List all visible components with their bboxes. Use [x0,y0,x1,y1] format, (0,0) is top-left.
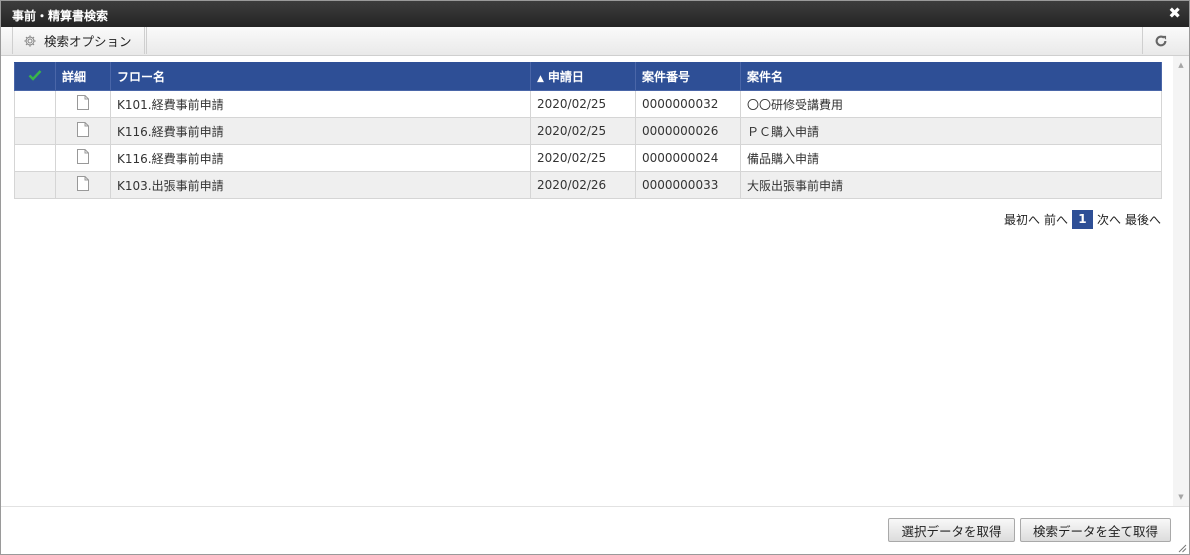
document-icon[interactable] [77,95,89,110]
detail-cell[interactable] [55,90,111,118]
apply-date-cell: 2020/02/25 [530,90,636,118]
dialog-title: 事前・精算書検索 [12,9,109,23]
row-select-cell[interactable] [14,171,56,199]
column-header-flow-name[interactable]: フロー名 [110,62,531,91]
column-header-case-number[interactable]: 案件番号 [635,62,741,91]
refresh-button[interactable] [1142,27,1179,54]
row-select-cell[interactable] [14,117,56,145]
row-select-cell[interactable] [14,144,56,172]
search-options-label: 検索オプション [44,34,132,49]
detail-cell[interactable] [55,144,111,172]
toolbar: 検索オプション [1,27,1189,56]
flow-name-cell: K103.出張事前申請 [110,171,531,199]
apply-date-cell: 2020/02/25 [530,117,636,145]
row-select-cell[interactable] [14,90,56,118]
scroll-down-arrow-icon[interactable]: ▼ [1173,490,1189,504]
case-name-cell: 〇〇研修受講費用 [740,90,1162,118]
flow-name-cell: K116.経費事前申請 [110,117,531,145]
checkmark-icon [28,70,42,81]
document-icon[interactable] [77,149,89,164]
pager-next-link[interactable]: 次へ [1097,211,1121,228]
refresh-icon [1155,35,1167,46]
search-dialog: 事前・精算書検索 ✖ 検索オプション 詳細 フロー名 ▲ 申請日 案件番号 案件… [0,0,1190,555]
flow-name-cell: K101.経費事前申請 [110,90,531,118]
table-row[interactable]: K103.出張事前申請 2020/02/26 0000000033 大阪出張事前… [14,171,1162,199]
case-name-cell: 大阪出張事前申請 [740,171,1162,199]
gear-icon [24,34,36,47]
case-number-cell: 0000000033 [635,171,741,199]
result-table: 詳細 フロー名 ▲ 申請日 案件番号 案件名 K101.経費事前申請 2020/… [14,62,1162,199]
case-name-cell: 備品購入申請 [740,144,1162,172]
toolbar-divider [146,27,147,54]
detail-cell[interactable] [55,171,111,199]
dialog-titlebar[interactable]: 事前・精算書検索 ✖ [1,1,1189,27]
resize-grip-icon[interactable] [1177,543,1187,553]
case-number-cell: 0000000026 [635,117,741,145]
table-row[interactable]: K116.経費事前申請 2020/02/25 0000000026 ＰＣ購入申請 [14,117,1162,145]
pager-first-link[interactable]: 最初へ [1004,211,1040,228]
close-icon[interactable]: ✖ [1168,4,1181,22]
document-icon[interactable] [77,176,89,191]
get-selected-data-button[interactable]: 選択データを取得 [888,518,1015,542]
get-all-data-button[interactable]: 検索データを全て取得 [1020,518,1171,542]
dialog-footer: 選択データを取得 検索データを全て取得 [1,506,1189,554]
sort-ascending-icon: ▲ [537,74,544,84]
pager-prev-link[interactable]: 前へ [1044,211,1068,228]
apply-date-cell: 2020/02/26 [530,171,636,199]
apply-date-cell: 2020/02/25 [530,144,636,172]
pagination: 最初へ 前へ 1 次へ 最後へ [1004,209,1161,229]
pager-last-link[interactable]: 最後へ [1125,211,1161,228]
document-icon[interactable] [77,122,89,137]
scroll-up-arrow-icon[interactable]: ▲ [1173,58,1189,72]
table-row[interactable]: K101.経費事前申請 2020/02/25 0000000032 〇〇研修受講… [14,90,1162,118]
case-number-cell: 0000000032 [635,90,741,118]
column-header-case-name[interactable]: 案件名 [740,62,1162,91]
flow-name-cell: K116.経費事前申請 [110,144,531,172]
table-header-row: 詳細 フロー名 ▲ 申請日 案件番号 案件名 [14,62,1162,91]
pager-current-page: 1 [1071,209,1093,229]
search-options-button[interactable]: 検索オプション [12,27,145,54]
column-header-detail: 詳細 [55,62,111,91]
table-row[interactable]: K116.経費事前申請 2020/02/25 0000000024 備品購入申請 [14,144,1162,172]
case-name-cell: ＰＣ購入申請 [740,117,1162,145]
result-area: 詳細 フロー名 ▲ 申請日 案件番号 案件名 K101.経費事前申請 2020/… [1,56,1173,506]
select-all-header[interactable] [14,62,56,91]
detail-cell[interactable] [55,117,111,145]
case-number-cell: 0000000024 [635,144,741,172]
vertical-scrollbar[interactable]: ▲ ▼ [1173,56,1189,506]
column-header-apply-date[interactable]: ▲ 申請日 [530,62,636,91]
column-header-apply-date-label: 申請日 [547,70,584,84]
